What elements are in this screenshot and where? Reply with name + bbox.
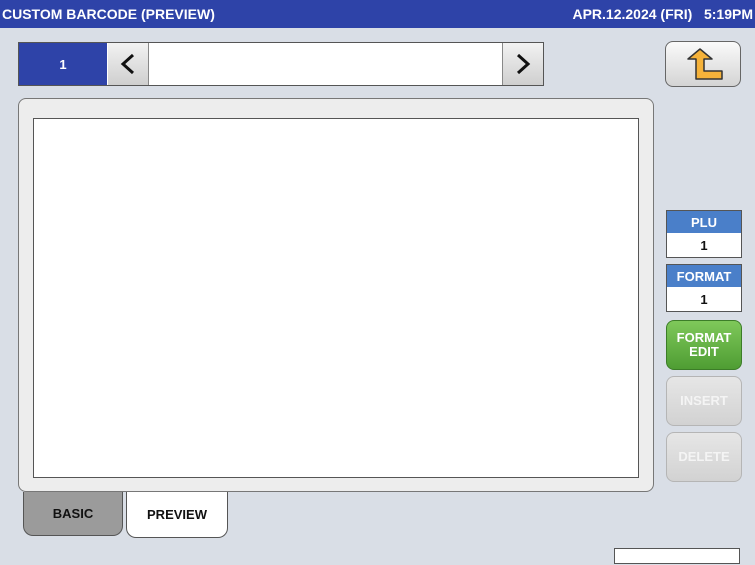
- delete-label: DELETE: [678, 449, 730, 464]
- preview-panel: [18, 98, 654, 492]
- tab-preview[interactable]: PREVIEW: [126, 492, 228, 538]
- chevron-right-icon: [516, 53, 531, 75]
- tab-basic[interactable]: BASIC: [23, 492, 123, 536]
- next-button[interactable]: [502, 43, 543, 85]
- return-arrow-icon: [687, 48, 723, 80]
- plu-label: PLU: [667, 211, 741, 233]
- chevron-left-icon: [120, 53, 135, 75]
- title-bar: CUSTOM BARCODE (PREVIEW) APR.12.2024 (FR…: [0, 0, 755, 28]
- record-index: 1: [19, 43, 107, 85]
- format-label: FORMAT: [667, 265, 741, 287]
- plu-value: 1: [700, 237, 708, 253]
- plu-box: PLU 1: [666, 210, 742, 258]
- record-navigator: 1: [18, 42, 544, 86]
- previous-button[interactable]: [108, 43, 149, 85]
- back-button[interactable]: [665, 41, 741, 87]
- barcode-preview-canvas: [33, 118, 639, 478]
- format-edit-button[interactable]: FORMAT EDIT: [666, 320, 742, 370]
- format-edit-label: FORMAT EDIT: [676, 330, 732, 359]
- record-name-field[interactable]: [149, 43, 515, 85]
- delete-button[interactable]: DELETE: [666, 432, 742, 482]
- date-time: APR.12.2024 (FRI) 5:19PM: [572, 6, 753, 22]
- format-box: FORMAT 1: [666, 264, 742, 312]
- insert-label: INSERT: [680, 393, 728, 408]
- page-title: CUSTOM BARCODE (PREVIEW): [2, 6, 215, 22]
- format-value: 1: [700, 291, 708, 307]
- status-field: [614, 548, 740, 564]
- insert-button[interactable]: INSERT: [666, 376, 742, 426]
